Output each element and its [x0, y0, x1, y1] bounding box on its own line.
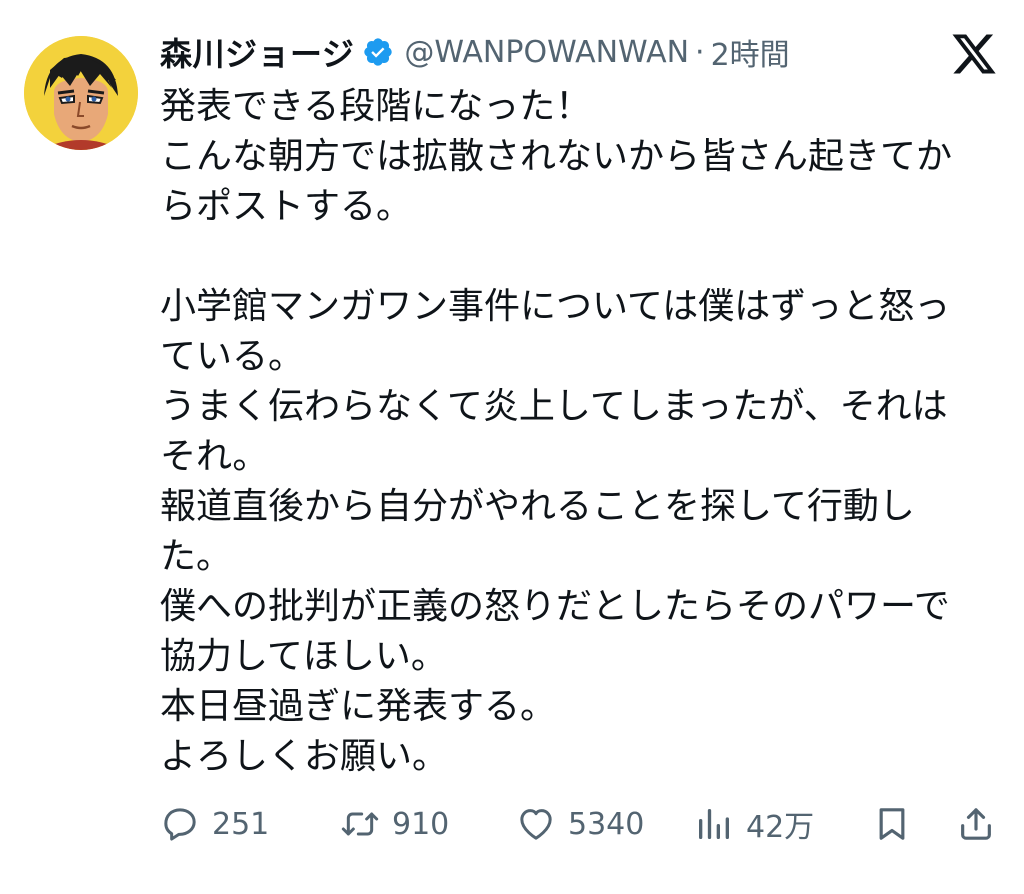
like-count: 5340 [568, 806, 645, 842]
speech-bubble-icon [164, 808, 196, 841]
post-text-line: 発表できる段階になった！ [160, 86, 592, 127]
post-text-line: うまく伝わらなくて炎上してしまったが、それは [160, 386, 948, 427]
post-text-line: た。 [160, 536, 233, 577]
views-button[interactable]: 42万 [694, 800, 814, 848]
post-text-line: こんな朝方では拡散されないから皆さん起きてか [160, 136, 953, 177]
heart-icon [520, 809, 552, 840]
x-logo-icon[interactable] [950, 30, 998, 78]
repost-count: 910 [392, 806, 450, 842]
like-button[interactable]: 5340 [516, 800, 644, 848]
action-bar: 251 910 5340 42万 [160, 800, 1000, 848]
separator-dot: · [695, 34, 705, 70]
verified-badge-icon [362, 36, 394, 68]
reply-count: 251 [212, 806, 270, 842]
repost-arrows-icon [341, 812, 379, 836]
display-name[interactable]: 森川ジョージ [160, 29, 354, 75]
avatar[interactable] [24, 36, 138, 150]
post-text-line: 僕への批判が正義の怒りだとしたらそのパワーで [160, 586, 950, 627]
post-timestamp[interactable]: 2時間 [711, 30, 790, 74]
share-upload-icon [961, 808, 991, 840]
post-text-line: 小学館マンガワン事件については僕はずっと怒っ [160, 286, 951, 327]
post-header: 森川ジョージ @WANPOWANWAN · 2時間 [160, 28, 790, 76]
post-text-blank-line [160, 232, 990, 282]
post-text-line: それ。 [160, 436, 269, 477]
post-text-line: 本日昼過ぎに発表する。 [160, 686, 557, 727]
post-text-line: 協力してほしい。 [160, 636, 447, 677]
post-text-line: 報道直後から自分がやれることを探して行動し [160, 486, 915, 527]
post-text: 発表できる段階になった！ こんな朝方では拡散されないから皆さん起きてか らポスト… [160, 82, 990, 782]
user-handle[interactable]: @WANPOWANWAN [404, 35, 689, 70]
bar-chart-icon [699, 809, 729, 839]
bookmark-icon [879, 808, 905, 840]
views-count: 42万 [746, 810, 815, 845]
post-text-line: ている。 [160, 336, 305, 377]
post-text-line: らポストする。 [160, 186, 413, 227]
avatar-image [24, 36, 138, 150]
share-button[interactable] [956, 800, 996, 848]
bookmark-button[interactable] [872, 800, 912, 848]
reply-button[interactable]: 251 [160, 800, 269, 848]
post-text-line: よろしくお願い。 [160, 736, 449, 777]
repost-button[interactable]: 910 [340, 800, 449, 848]
post-card: 森川ジョージ @WANPOWANWAN · 2時間 発表できる段階になった！ こ… [0, 0, 1024, 894]
